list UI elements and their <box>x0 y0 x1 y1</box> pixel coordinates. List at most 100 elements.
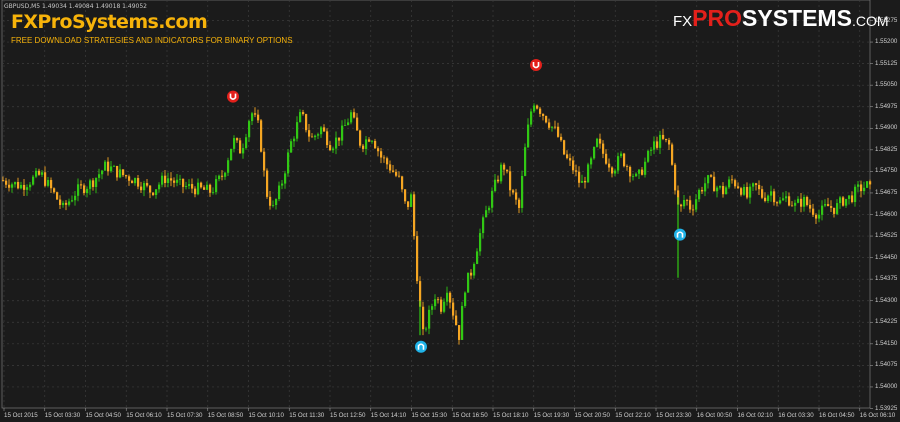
candle-bear <box>209 184 212 193</box>
candle-bull <box>767 195 770 201</box>
candle-bear <box>761 189 764 198</box>
candle-bull <box>716 187 719 192</box>
candle-bear <box>563 140 566 155</box>
candle-bull <box>197 182 200 195</box>
candle-bear <box>665 138 668 141</box>
candle-bear <box>815 214 818 219</box>
candle-bull <box>782 198 785 201</box>
candle-bull <box>206 184 209 190</box>
candle-bull <box>74 195 77 201</box>
buy-signal-icon <box>415 340 427 353</box>
candle-bull <box>248 121 251 138</box>
x-tick-label: 15 Oct 07:30 <box>167 412 203 419</box>
candle-bull <box>551 126 554 128</box>
candle-bull <box>527 124 530 148</box>
logo-prefix: FX <box>673 13 693 30</box>
x-tick-label: 15 Oct 14:10 <box>370 412 407 419</box>
candle-bear <box>221 175 224 177</box>
candle-bull <box>500 164 503 182</box>
candle-bear <box>509 171 512 191</box>
candle-bear <box>833 207 836 214</box>
y-tick-label: 1.55050 <box>875 81 898 89</box>
candle-bull <box>593 146 596 159</box>
candle-bear <box>662 134 665 139</box>
candle-bull <box>167 178 170 184</box>
candle-bull <box>110 166 113 172</box>
candle-bear <box>260 120 263 152</box>
candle-bull <box>347 122 350 126</box>
candle-bull <box>581 180 584 183</box>
candle-bear <box>758 184 761 190</box>
candle-bull <box>797 198 800 203</box>
candle-bear <box>710 175 713 177</box>
brand-title: FXProSystems.com <box>11 11 208 33</box>
candle-bear <box>302 112 305 115</box>
candle-bull <box>299 112 302 123</box>
candle-bull <box>854 186 857 203</box>
candle-bull <box>479 233 482 252</box>
candle-bear <box>575 170 578 172</box>
candle-bear <box>407 201 410 207</box>
candle-bear <box>437 299 440 301</box>
candle-bull <box>647 150 650 162</box>
candle-bull <box>320 127 323 135</box>
y-tick-label: 1.54000 <box>875 382 898 390</box>
candle-bear <box>599 138 602 144</box>
candle-bear <box>2 180 5 181</box>
candle-bear <box>560 136 563 141</box>
candle-bull <box>491 191 494 208</box>
candle-bear <box>53 188 56 193</box>
candle-bull <box>35 170 38 177</box>
candle-bull <box>272 204 275 206</box>
candle-bull <box>590 158 593 165</box>
x-tick-label: 15 Oct 08:50 <box>207 412 244 419</box>
candle-bull <box>587 164 590 183</box>
candle-bear <box>107 161 110 172</box>
y-tick-label: 1.54675 <box>875 188 898 196</box>
candle-bull <box>866 181 869 188</box>
candle-bull <box>524 147 527 176</box>
candle-bear <box>557 126 560 137</box>
candle-bull <box>284 173 287 184</box>
candle-bear <box>173 180 176 183</box>
candle-bull <box>218 175 221 180</box>
chart-window: GBPUSD,M5 1.49034 1.49084 1.49018 1.4905… <box>0 0 900 422</box>
candle-bull <box>617 156 620 171</box>
candle-bull <box>818 214 821 219</box>
plot-frame <box>1 0 871 409</box>
x-tick-label: 15 Oct 18:10 <box>493 412 529 419</box>
candle-bull <box>278 185 281 200</box>
candle-bear <box>353 112 356 118</box>
candle-bear <box>65 202 68 205</box>
candle-bull <box>71 200 74 202</box>
candle-bull <box>743 186 746 195</box>
y-tick-label: 1.54150 <box>875 339 898 347</box>
candle-bear <box>413 194 416 237</box>
sell-signal-icon <box>530 59 542 72</box>
candle-bear <box>512 190 515 193</box>
candle-bear <box>452 302 455 316</box>
candle-bull <box>230 148 233 161</box>
candle-bear <box>497 179 500 182</box>
candle-bear <box>17 181 20 189</box>
logo-systems: SYSTEMS <box>742 5 852 31</box>
price-chart[interactable] <box>0 0 900 422</box>
y-tick-label: 1.54825 <box>875 145 898 153</box>
candle-bull <box>242 148 245 154</box>
y-tick-label: 1.54900 <box>875 124 898 132</box>
x-tick-label: 15 Oct 03:30 <box>44 412 81 419</box>
candle-bull <box>77 184 80 196</box>
candle-bear <box>788 196 791 206</box>
logo-pro: PRO <box>692 5 743 31</box>
candle-bull <box>698 189 701 200</box>
candle-bear <box>608 163 611 168</box>
candle-bear <box>470 272 473 276</box>
candle-bear <box>386 158 389 165</box>
candle-bear <box>128 176 131 181</box>
candle-bull <box>632 176 635 177</box>
candle-bull <box>95 177 98 187</box>
candle-bear <box>56 192 59 200</box>
candle-bull <box>794 202 797 206</box>
y-tick-label: 1.54525 <box>875 232 898 240</box>
candle-bull <box>134 178 137 184</box>
